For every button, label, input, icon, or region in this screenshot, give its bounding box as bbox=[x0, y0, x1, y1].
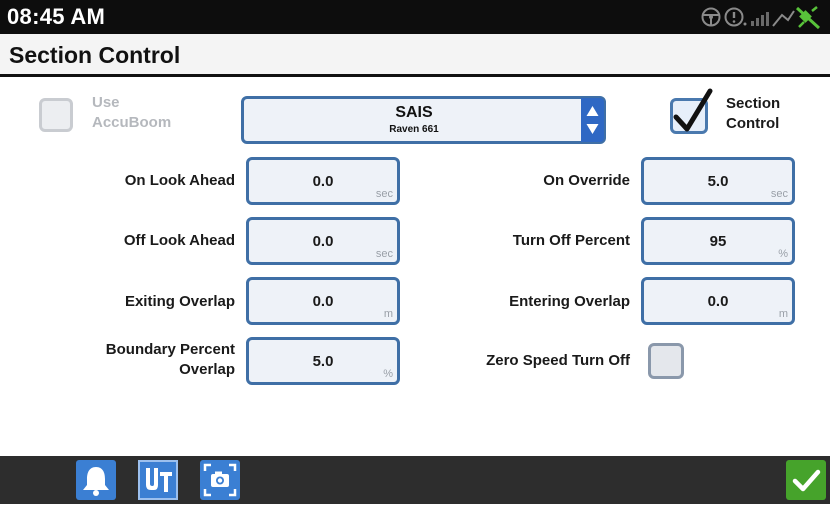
section-control-label: Section Control bbox=[726, 95, 781, 132]
bell-icon bbox=[83, 467, 109, 496]
satellite-icon bbox=[795, 6, 821, 30]
controller-dropdown[interactable]: SAIS Raven 661 bbox=[241, 96, 606, 144]
status-icons bbox=[700, 6, 824, 30]
exiting-overlap-label: Exiting Overlap bbox=[124, 293, 235, 310]
on-override-label: On Override bbox=[543, 172, 630, 189]
turn-off-percent-label: Turn Off Percent bbox=[512, 232, 630, 249]
boundary-percent-overlap-label: Boundary Percent Overlap bbox=[105, 341, 235, 378]
universal-terminal-button[interactable] bbox=[138, 460, 178, 500]
boundary-percent-overlap-field[interactable]: 5.0 % bbox=[246, 337, 400, 385]
checkmark-icon bbox=[673, 88, 713, 132]
on-look-ahead-label: On Look Ahead bbox=[124, 172, 235, 189]
screenshot-icon bbox=[203, 463, 237, 497]
turn-off-percent-field[interactable]: 95 % bbox=[641, 217, 795, 265]
status-bar: 08:45 AM bbox=[0, 0, 830, 34]
alert-status-icon bbox=[724, 7, 747, 27]
use-accuboom-checkbox[interactable] bbox=[39, 98, 73, 132]
off-look-ahead-label: Off Look Ahead bbox=[123, 232, 235, 249]
exiting-overlap-field[interactable]: 0.0 m bbox=[246, 277, 400, 325]
controller-value: SAIS bbox=[395, 104, 433, 121]
section-control-checkbox[interactable] bbox=[670, 88, 713, 134]
off-look-ahead-field[interactable]: 0.0 sec bbox=[246, 217, 400, 265]
clock: 08:45 AM bbox=[7, 4, 106, 29]
bottom-toolbar bbox=[0, 456, 830, 504]
steering-wheel-icon bbox=[701, 7, 721, 27]
checkmark-icon bbox=[792, 469, 821, 492]
title-bar: Section Control bbox=[0, 34, 830, 77]
zero-speed-turn-off-checkbox[interactable] bbox=[648, 343, 684, 379]
screenshot-button[interactable] bbox=[200, 460, 240, 500]
chevron-up-icon bbox=[586, 106, 599, 116]
antenna-icon bbox=[772, 10, 795, 27]
alarm-button[interactable] bbox=[76, 460, 116, 500]
chevron-down-icon bbox=[586, 124, 599, 134]
page-title: Section Control bbox=[9, 42, 181, 68]
signal-bars-icon bbox=[751, 12, 769, 26]
entering-overlap-label: Entering Overlap bbox=[509, 293, 630, 310]
entering-overlap-field[interactable]: 0.0 m bbox=[641, 277, 795, 325]
confirm-button[interactable] bbox=[786, 460, 826, 500]
controller-subvalue: Raven 661 bbox=[389, 124, 439, 135]
use-accuboom-label: Use AccuBoom bbox=[92, 94, 172, 131]
zero-speed-turn-off-label: Zero Speed Turn Off bbox=[486, 352, 630, 369]
universal-terminal-icon bbox=[138, 460, 178, 500]
on-override-field[interactable]: 5.0 sec bbox=[641, 157, 795, 205]
dropdown-spinner[interactable] bbox=[581, 98, 604, 142]
on-look-ahead-field[interactable]: 0.0 sec bbox=[246, 157, 400, 205]
